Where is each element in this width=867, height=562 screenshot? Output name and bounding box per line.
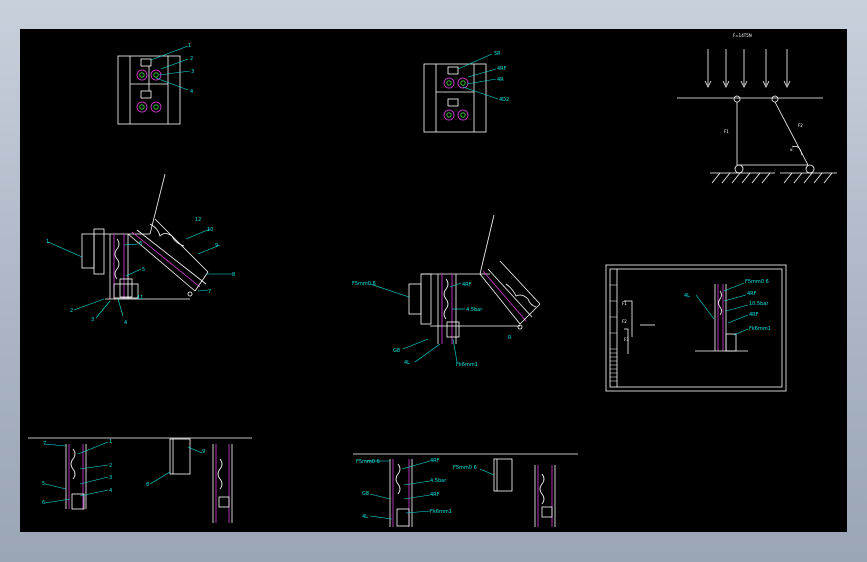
- label: α: [790, 147, 793, 152]
- cad-drawing-canvas: 1 2 3 4 5R 4RF 4R 4D2 F=14T5N F1 F2 α 1 …: [28, 33, 837, 527]
- label: 2: [190, 56, 193, 62]
- labels-top-middle: 5R 4RF 4R 4D2: [494, 51, 509, 103]
- label: F1: [724, 129, 729, 134]
- label: 4: [124, 320, 127, 326]
- top-middle-plan-view: [423, 53, 499, 133]
- labels-top-left: 1 2 3 4: [188, 43, 194, 95]
- label: F3: [624, 337, 629, 342]
- label: 9: [202, 449, 205, 455]
- label: F2: [622, 319, 627, 324]
- label: 8: [146, 482, 149, 488]
- label: 4L: [362, 514, 368, 520]
- label: 5R: [494, 51, 501, 57]
- cad-viewport[interactable]: 1 2 3 4 5R 4RF 4R 4D2 F=14T5N F1 F2 α 1 …: [20, 29, 847, 532]
- label: 11: [137, 295, 143, 301]
- labels-bottom-left: 7 1 2 3 4 5 6 8 9: [42, 439, 205, 506]
- label: 4L: [404, 360, 410, 366]
- label: 7: [208, 289, 211, 295]
- label: 4.5bar: [466, 307, 483, 313]
- force-diagram: [677, 49, 837, 184]
- label: 10: [207, 227, 213, 233]
- label: 8: [232, 272, 235, 278]
- force-diagram-title: F=14T5N: [733, 33, 752, 38]
- label: 3: [191, 69, 194, 75]
- label: 4R: [497, 77, 504, 83]
- label: Fk6mm1: [456, 362, 478, 368]
- labels-bottom-center: F5mm0 6 4RF 4.5bar 4RF Fk6mm1 4L G8 F5mm…: [356, 458, 477, 520]
- label: Fk6mm1: [749, 326, 771, 332]
- label: 1: [188, 43, 191, 49]
- label: 4RF: [747, 291, 757, 297]
- label: F5mm0 6: [745, 279, 769, 285]
- label: 4RF: [462, 282, 472, 288]
- label: 4D2: [499, 97, 509, 103]
- label: 4L: [684, 293, 690, 299]
- label: 5: [142, 267, 145, 273]
- label: 6: [139, 241, 142, 247]
- label: 4RF: [430, 458, 440, 464]
- label: 4RF: [497, 66, 507, 72]
- bottom-left-section: [28, 437, 252, 523]
- label: F2: [798, 123, 803, 128]
- label: F5mm0 6: [453, 465, 477, 471]
- label: 5: [42, 481, 45, 487]
- label: 10.5bar: [749, 301, 769, 307]
- label: F5mm0 6: [352, 281, 376, 287]
- label: G8: [393, 348, 400, 354]
- label: F5mm0 6: [356, 459, 380, 465]
- label: 3: [91, 317, 94, 323]
- label: 6: [42, 500, 45, 506]
- label: R: [508, 335, 512, 341]
- top-left-plan-view: [117, 45, 191, 125]
- labels-middle-center: F5mm0 6 4RF 4.5bar G8 4L Fk6mm1 R: [352, 281, 512, 368]
- label: 1: [46, 239, 49, 245]
- labels-title-block: 4L F5mm0 6 4RF 10.5bar 4RF Fk6mm1 F1 F2 …: [622, 279, 771, 342]
- middle-center-section: [369, 214, 541, 363]
- label: 12: [195, 217, 201, 223]
- label: G8: [362, 491, 369, 497]
- label: 9: [215, 243, 218, 249]
- label: F1: [622, 301, 627, 306]
- label: 2: [70, 308, 73, 314]
- label: 4: [109, 488, 112, 494]
- label: 4.5bar: [430, 478, 447, 484]
- label: 3: [109, 475, 112, 481]
- label: 1: [109, 439, 112, 445]
- label: 4RF: [430, 492, 440, 498]
- label: 2: [109, 463, 112, 469]
- label: 4: [190, 89, 193, 95]
- label: 7: [43, 441, 46, 447]
- label: Fk6mm1: [430, 509, 452, 515]
- label: 4RF: [749, 312, 759, 318]
